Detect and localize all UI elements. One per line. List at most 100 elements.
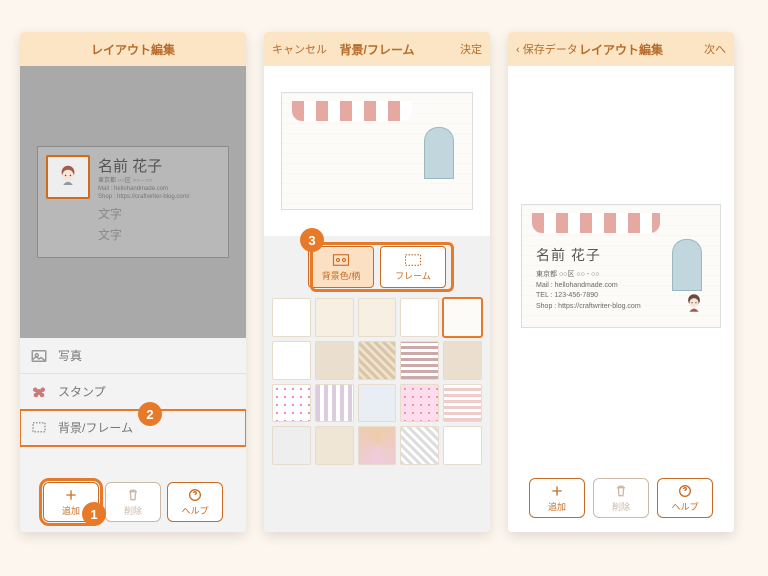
- tool-bg-frame[interactable]: 背景/フレーム: [20, 410, 246, 446]
- tab-bg-color[interactable]: 背景色/柄: [308, 246, 374, 288]
- nav-done[interactable]: 決定: [460, 41, 482, 57]
- delete-button[interactable]: 削除: [105, 482, 161, 522]
- nav-next[interactable]: 次へ: [704, 41, 726, 57]
- card-mail: Mail : hellohandmade.com: [536, 281, 641, 292]
- card-text-block: 名前 花子 東京都 ○○区 ○○ - ○○ Mail : hellohandma…: [98, 155, 220, 249]
- bottom-buttons: 追加 削除 ヘルプ: [20, 474, 246, 532]
- nav-title: レイアウト編集: [91, 41, 175, 58]
- card-name: 名前 花子: [98, 155, 220, 176]
- plus-icon: [549, 483, 565, 499]
- swatch[interactable]: [443, 341, 482, 380]
- frame-icon: [404, 253, 422, 267]
- tool-photo[interactable]: 写真: [20, 338, 246, 374]
- picker-panel: 背景色/柄 フレーム 3: [264, 236, 490, 532]
- frame-icon: [30, 419, 48, 437]
- awning-decor: [292, 101, 412, 121]
- navbar: ‹ 保存データ レイアウト編集 次へ: [508, 32, 734, 66]
- text-placeholder[interactable]: 文字: [98, 205, 220, 222]
- swatch[interactable]: [443, 426, 482, 465]
- tool-bg-frame-label: 背景/フレーム: [58, 419, 133, 436]
- swatch[interactable]: [272, 341, 311, 380]
- result-canvas[interactable]: 名前 花子 東京都 ○○区 ○○ - ○○ Mail : hellohandma…: [508, 66, 734, 466]
- tool-stamp[interactable]: スタンプ: [20, 374, 246, 410]
- nav-cancel[interactable]: キャンセル: [272, 41, 327, 57]
- card-tel: TEL : 123-456-7890: [536, 291, 641, 302]
- callout-3: 3: [300, 228, 324, 252]
- callout-1: 1: [82, 502, 106, 526]
- avatar-image-selected[interactable]: [46, 155, 90, 199]
- card-info: 名前 花子 東京都 ○○区 ○○ - ○○ Mail : hellohandma…: [536, 245, 641, 312]
- swatch[interactable]: [272, 384, 311, 423]
- swatch[interactable]: [400, 384, 439, 423]
- add-label: 追加: [62, 504, 80, 517]
- swatch[interactable]: [315, 426, 354, 465]
- navbar: レイアウト編集: [20, 32, 246, 66]
- swatch[interactable]: [400, 298, 439, 337]
- photo-icon: [30, 347, 48, 365]
- nav-title: 背景/フレーム: [340, 41, 415, 58]
- card-shop: Shop : https://craftwriter-blog.com/: [98, 194, 220, 202]
- phone-layout-edit: レイアウト編集 名前 花子 東京都 ○○区 ○○ - ○○ Mail : hel…: [20, 32, 246, 532]
- tool-stamp-label: スタンプ: [58, 383, 106, 400]
- callout-2: 2: [138, 402, 162, 426]
- nav-title: レイアウト編集: [579, 41, 663, 58]
- card-shop: Shop : https://craftwriter-blog.com: [536, 302, 641, 313]
- swatch[interactable]: [315, 298, 354, 337]
- help-button[interactable]: ヘルプ: [167, 482, 223, 522]
- pattern-icon: [332, 253, 350, 267]
- help-label: ヘルプ: [671, 500, 698, 513]
- swatch[interactable]: [358, 426, 397, 465]
- swatch[interactable]: [358, 384, 397, 423]
- swatch[interactable]: [358, 341, 397, 380]
- swatch[interactable]: [272, 426, 311, 465]
- tool-list: 写真 スタンプ 背景/フレーム 追加: [20, 338, 246, 532]
- swatch[interactable]: [315, 341, 354, 380]
- plus-icon: [63, 487, 79, 503]
- swatch-selected[interactable]: [443, 298, 482, 337]
- card-preview[interactable]: 名前 花子 東京都 ○○区 ○○ - ○○ Mail : hellohandma…: [37, 146, 229, 258]
- trash-icon: [125, 487, 141, 503]
- swatch[interactable]: [272, 298, 311, 337]
- chibi-icon: [52, 161, 84, 193]
- trash-icon: [613, 483, 629, 499]
- swatch-grid: [272, 298, 482, 465]
- tab-frame-label: フレーム: [395, 269, 431, 282]
- frame-preview: [264, 66, 490, 236]
- swatch[interactable]: [400, 341, 439, 380]
- tab-bg-label: 背景色/柄: [322, 269, 361, 282]
- phone-bg-frame-picker: キャンセル 背景/フレーム 決定 背景色/柄 フレーム: [264, 32, 490, 532]
- help-label: ヘルプ: [181, 504, 208, 517]
- chibi-icon: [680, 291, 708, 317]
- swatch[interactable]: [315, 384, 354, 423]
- help-icon: [677, 483, 693, 499]
- delete-button[interactable]: 削除: [593, 478, 649, 518]
- delete-label: 削除: [612, 500, 630, 513]
- add-button[interactable]: 追加: [529, 478, 585, 518]
- tool-photo-label: 写真: [58, 347, 82, 364]
- text-placeholder[interactable]: 文字: [98, 226, 220, 243]
- card-addr: 東京都 ○○区 ○○ - ○○: [536, 270, 641, 281]
- stamp-icon: [30, 383, 48, 401]
- delete-label: 削除: [124, 504, 142, 517]
- edit-canvas[interactable]: 名前 花子 東京都 ○○区 ○○ - ○○ Mail : hellohandma…: [20, 66, 246, 338]
- door-decor: [672, 239, 702, 291]
- help-icon: [187, 487, 203, 503]
- phone-result: ‹ 保存データ レイアウト編集 次へ 名前 花子 東京都 ○○区 ○○ - ○○…: [508, 32, 734, 532]
- awning-decor: [532, 213, 660, 233]
- card-addr: 東京都 ○○区 ○○ - ○○: [98, 178, 220, 186]
- help-button[interactable]: ヘルプ: [657, 478, 713, 518]
- card-name: 名前 花子: [536, 245, 641, 266]
- swatch[interactable]: [358, 298, 397, 337]
- door-decor: [424, 127, 454, 179]
- swatch[interactable]: [443, 384, 482, 423]
- card-mail: Mail : hellohandmade.com: [98, 186, 220, 194]
- tab-frame[interactable]: フレーム: [380, 246, 446, 288]
- add-label: 追加: [548, 500, 566, 513]
- nav-back[interactable]: ‹ 保存データ: [516, 41, 578, 57]
- navbar: キャンセル 背景/フレーム 決定: [264, 32, 490, 66]
- card-frame-preview: [281, 92, 473, 210]
- tab-pair: 背景色/柄 フレーム 3: [272, 246, 482, 288]
- bottom-buttons: 追加 削除 ヘルプ: [508, 466, 734, 532]
- result-card[interactable]: 名前 花子 東京都 ○○区 ○○ - ○○ Mail : hellohandma…: [521, 204, 721, 328]
- swatch[interactable]: [400, 426, 439, 465]
